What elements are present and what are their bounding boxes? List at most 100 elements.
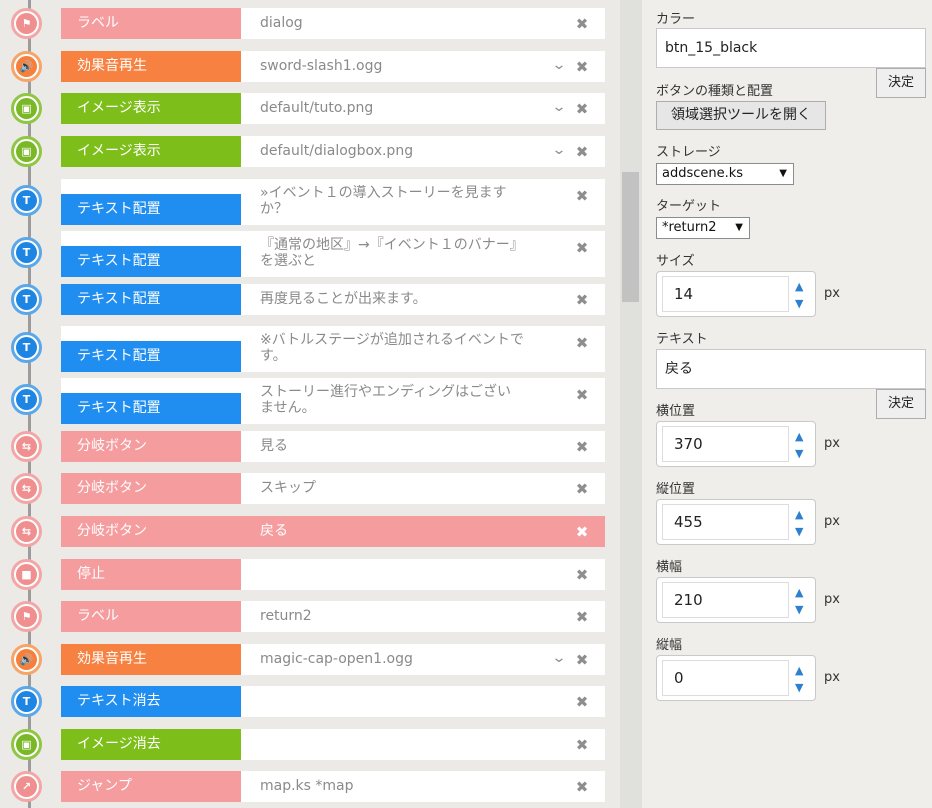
- chevron-down-icon[interactable]: ⌄: [549, 57, 570, 73]
- delete-icon[interactable]: ✖: [574, 100, 590, 118]
- open-region-tool-button[interactable]: 領域選択ツールを開く: [656, 101, 826, 130]
- delete-icon[interactable]: ✖: [574, 187, 590, 205]
- command-value[interactable]: 見る: [241, 431, 605, 462]
- delete-icon[interactable]: ✖: [574, 523, 590, 541]
- delete-icon[interactable]: ✖: [574, 778, 590, 796]
- text-icon-glyph: T: [16, 242, 37, 263]
- text-icon: T: [11, 384, 42, 415]
- delete-icon[interactable]: ✖: [574, 334, 590, 352]
- spin-up-icon[interactable]: ▲: [795, 430, 803, 443]
- storage-select[interactable]: addscene.ks ▼: [656, 163, 794, 185]
- width-input[interactable]: 210: [662, 582, 789, 618]
- command-value[interactable]: dialog: [241, 8, 605, 39]
- command-tag[interactable]: テキスト消去: [61, 686, 241, 717]
- flag-icon: ⚑: [11, 8, 42, 39]
- spin-down-icon[interactable]: ▼: [795, 681, 803, 694]
- stop-icon: ■: [11, 559, 42, 590]
- command-tag[interactable]: テキスト配置: [61, 284, 241, 315]
- command-tag[interactable]: イメージ表示: [61, 136, 241, 167]
- command-value[interactable]: ※バトルステージが追加されるイベントです。: [241, 326, 605, 372]
- storage-label: ストレージ: [656, 145, 721, 160]
- command-tag[interactable]: テキスト配置: [61, 341, 241, 372]
- chevron-down-icon[interactable]: ⌄: [549, 650, 570, 666]
- delete-icon[interactable]: ✖: [574, 566, 590, 584]
- command-tag[interactable]: ジャンプ: [61, 771, 241, 802]
- spin-down-icon[interactable]: ▼: [795, 447, 803, 460]
- scrollbar[interactable]: [620, 0, 642, 808]
- command-tag[interactable]: 効果音再生: [61, 644, 241, 675]
- command-tag[interactable]: ラベル: [61, 8, 241, 39]
- size-spinner[interactable]: 14 ▲ ▼: [656, 271, 816, 317]
- spin-down-icon[interactable]: ▼: [795, 297, 803, 310]
- chevron-down-icon[interactable]: ⌄: [549, 99, 570, 115]
- command-value[interactable]: [241, 686, 605, 717]
- spin-down-icon[interactable]: ▼: [795, 603, 803, 616]
- branch-icon: ⇆: [11, 431, 42, 462]
- y-spinner[interactable]: 455 ▲ ▼: [656, 499, 816, 545]
- command-tag[interactable]: イメージ消去: [61, 729, 241, 760]
- text-label: テキスト: [656, 332, 708, 347]
- target-select[interactable]: *return2 ▼: [656, 217, 750, 239]
- command-value[interactable]: »イベント１の導入ストーリーを見ますか？: [241, 179, 605, 225]
- y-label: 縦位置: [656, 482, 696, 497]
- delete-icon[interactable]: ✖: [574, 608, 590, 626]
- command-tag[interactable]: イメージ表示: [61, 93, 241, 124]
- delete-icon[interactable]: ✖: [574, 736, 590, 754]
- image-icon: ▣: [11, 729, 42, 760]
- command-value[interactable]: 戻る: [241, 516, 605, 547]
- command-tag[interactable]: 停止: [61, 559, 241, 590]
- delete-icon[interactable]: ✖: [574, 291, 590, 309]
- spin-up-icon[interactable]: ▲: [795, 280, 803, 293]
- color-ok-button[interactable]: 決定: [876, 68, 926, 98]
- delete-icon[interactable]: ✖: [574, 386, 590, 404]
- height-input[interactable]: 0: [662, 660, 789, 696]
- spin-up-icon[interactable]: ▲: [795, 586, 803, 599]
- command-tag[interactable]: 分岐ボタン: [61, 516, 241, 547]
- command-tag[interactable]: ラベル: [61, 601, 241, 632]
- delete-icon[interactable]: ✖: [574, 651, 590, 669]
- delete-icon[interactable]: ✖: [574, 438, 590, 456]
- command-value[interactable]: ストーリー進行やエンディングはございません。: [241, 378, 605, 424]
- spin-down-icon[interactable]: ▼: [795, 525, 803, 538]
- command-value[interactable]: return2: [241, 601, 605, 632]
- command-value[interactable]: スキップ: [241, 473, 605, 504]
- target-value: *return2: [662, 220, 717, 235]
- spin-up-icon[interactable]: ▲: [795, 508, 803, 521]
- delete-icon[interactable]: ✖: [574, 480, 590, 498]
- text-input[interactable]: 戻る: [656, 349, 926, 389]
- spin-up-icon[interactable]: ▲: [795, 664, 803, 677]
- delete-icon[interactable]: ✖: [574, 239, 590, 257]
- command-value[interactable]: map.ks *map: [241, 771, 605, 802]
- chevron-down-icon[interactable]: ⌄: [549, 142, 570, 158]
- image-icon-glyph: ▣: [16, 734, 37, 755]
- jump-icon: ↗: [11, 771, 42, 802]
- color-input[interactable]: btn_15_black: [656, 28, 926, 68]
- y-input[interactable]: 455: [662, 504, 789, 540]
- x-spinner[interactable]: 370 ▲ ▼: [656, 421, 816, 467]
- command-tag[interactable]: テキスト配置: [61, 246, 241, 277]
- image-icon: ▣: [11, 93, 42, 124]
- speaker-icon-glyph: 🔊: [16, 649, 37, 670]
- x-input[interactable]: 370: [662, 426, 789, 462]
- height-spinner[interactable]: 0 ▲ ▼: [656, 655, 816, 701]
- command-value[interactable]: 『通常の地区』→『イベント１のバナー』を選ぶと: [241, 231, 605, 277]
- command-value[interactable]: [241, 729, 605, 760]
- flag-icon: ⚑: [11, 601, 42, 632]
- size-input[interactable]: 14: [662, 276, 789, 312]
- width-spinner[interactable]: 210 ▲ ▼: [656, 577, 816, 623]
- command-tag[interactable]: 分岐ボタン: [61, 431, 241, 462]
- delete-icon[interactable]: ✖: [574, 58, 590, 76]
- command-tag[interactable]: 分岐ボタン: [61, 473, 241, 504]
- height-label: 縦幅: [656, 638, 683, 653]
- command-value[interactable]: 再度見ることが出来ます。: [241, 284, 605, 315]
- delete-icon[interactable]: ✖: [574, 15, 590, 33]
- delete-icon[interactable]: ✖: [574, 143, 590, 161]
- text-ok-button[interactable]: 決定: [876, 389, 926, 419]
- command-tag[interactable]: テキスト配置: [61, 194, 241, 225]
- command-tag[interactable]: テキスト配置: [61, 393, 241, 424]
- scrollbar-thumb[interactable]: [622, 172, 639, 302]
- delete-icon[interactable]: ✖: [574, 693, 590, 711]
- timeline-panel: ⚑ ラベル dialog ✖ 🔊 効果音再生 sword-slash1.ogg ⌄ ✖ ▣ イメージ…: [0, 0, 620, 808]
- command-tag[interactable]: 効果音再生: [61, 51, 241, 82]
- command-value[interactable]: [241, 559, 605, 590]
